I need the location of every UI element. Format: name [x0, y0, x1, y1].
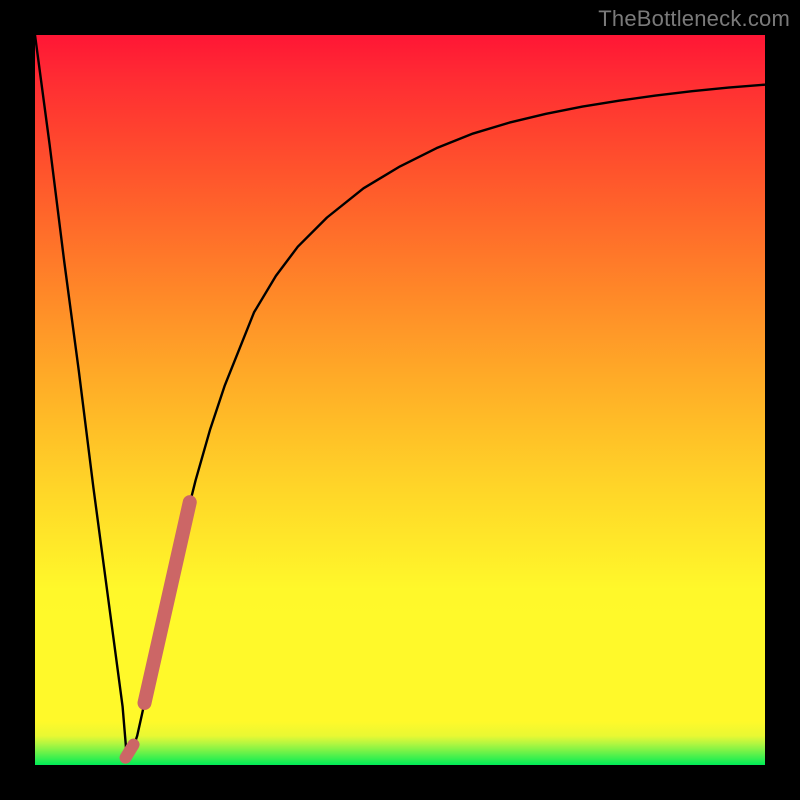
highlight-segment-lower — [126, 745, 134, 758]
highlight-segment-upper — [145, 502, 190, 703]
valley-curve — [35, 35, 765, 758]
watermark-text: TheBottleneck.com — [598, 6, 790, 32]
curve-layer — [35, 35, 765, 765]
chart-stage: TheBottleneck.com — [0, 0, 800, 800]
plot-area — [35, 35, 765, 765]
